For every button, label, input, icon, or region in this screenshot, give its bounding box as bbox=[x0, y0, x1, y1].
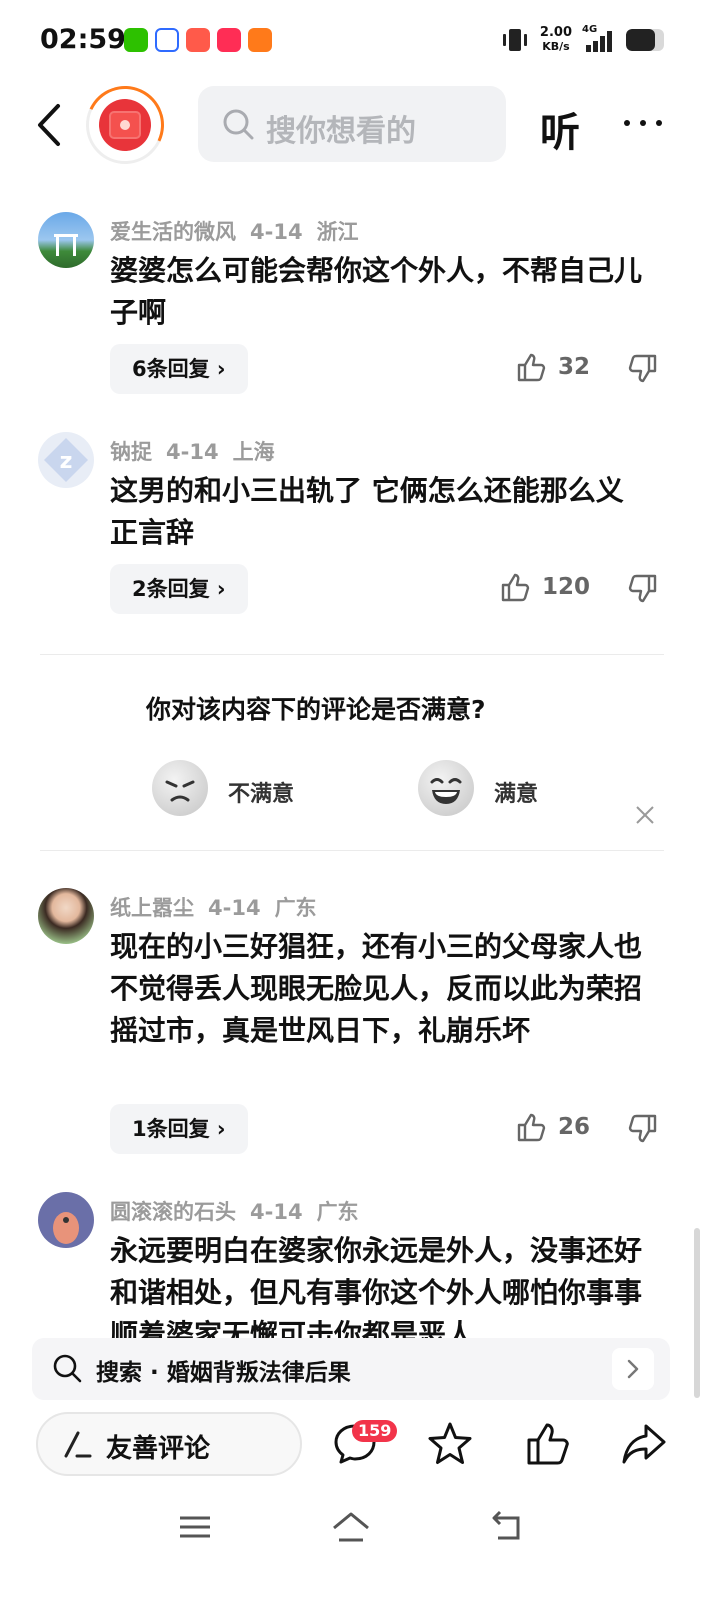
comment-meta: 爱生活的微风 4-14 浙江 bbox=[110, 216, 373, 246]
thumbs-down-icon[interactable] bbox=[628, 574, 658, 604]
like-count: 120 bbox=[541, 574, 590, 600]
comment-text: 永远要明白在婆家你永远是外人，没事还好和谐相处，但凡有事你这个外人哪怕你事事顺着… bbox=[110, 1234, 643, 1338]
wechat-icon bbox=[124, 28, 148, 52]
thumbs-up-icon bbox=[517, 1113, 546, 1142]
close-icon[interactable] bbox=[634, 804, 656, 826]
like-button[interactable]: 26 bbox=[516, 1112, 590, 1142]
more-options-icon[interactable] bbox=[624, 120, 662, 126]
share-icon[interactable] bbox=[620, 1420, 668, 1468]
comment-input-label: 友善评论 bbox=[106, 1434, 211, 1464]
comment-location: 上海 bbox=[232, 440, 275, 464]
comment-author[interactable]: 圆滚滚的石头 bbox=[110, 1200, 236, 1224]
thumbs-down-icon[interactable] bbox=[628, 1114, 658, 1144]
comment-count-badge: 159 bbox=[352, 1420, 398, 1442]
comment-date: 4-14 bbox=[208, 896, 261, 920]
search-icon bbox=[223, 109, 254, 140]
thumbs-down-icon[interactable] bbox=[628, 354, 658, 384]
divider bbox=[40, 654, 664, 655]
status-bar: 02:59 2.00 KB/s 4G bbox=[0, 0, 720, 84]
back-nav-icon[interactable] bbox=[488, 1508, 526, 1546]
thumbs-up-icon bbox=[501, 573, 530, 602]
star-icon[interactable] bbox=[426, 1420, 474, 1468]
comment-author[interactable]: 钠捉 bbox=[110, 440, 152, 464]
app-icon bbox=[186, 28, 210, 52]
like-count: 32 bbox=[557, 354, 590, 380]
heart-app-icon bbox=[217, 28, 241, 52]
comment-location: 浙江 bbox=[316, 220, 359, 244]
satisfied-face-icon[interactable] bbox=[418, 760, 474, 816]
svg-text:z: z bbox=[60, 449, 73, 474]
search-placeholder: 搜你想看的 bbox=[266, 114, 416, 149]
red-packet-avatar[interactable] bbox=[75, 75, 175, 175]
comment-date: 4-14 bbox=[166, 440, 219, 464]
signal-icon: 4G bbox=[582, 24, 616, 53]
comment-text: 这男的和小三出轨了 它俩怎么还能那么义正言辞 bbox=[110, 474, 624, 549]
like-button[interactable]: 120 bbox=[500, 572, 590, 602]
thumbs-up-icon[interactable] bbox=[524, 1420, 572, 1468]
comment-item: 圆滚滚的石头 4-14 广东 永远要明白在婆家你永远是外人，没事还好和谐相处，但凡有… bbox=[0, 1192, 720, 1338]
search-icon bbox=[53, 1354, 82, 1383]
unsatisfied-face-icon[interactable] bbox=[152, 760, 208, 816]
avatar[interactable] bbox=[38, 888, 94, 944]
replies-button[interactable]: 1条回复 › bbox=[110, 1104, 248, 1154]
comment-item: 纸上嚣尘 4-14 广东 现在的小三好猖狂，还有小三的父母家人也不觉得丢人现眼无脸见… bbox=[0, 888, 720, 1168]
listen-button[interactable]: 听 bbox=[540, 100, 580, 158]
satisfied-label[interactable]: 满意 bbox=[494, 776, 538, 808]
suggestion-text: 搜索 · 婚姻背叛法律后果 bbox=[96, 1360, 351, 1386]
status-time: 02:59 bbox=[40, 24, 126, 55]
scrollbar[interactable] bbox=[694, 1228, 700, 1398]
comment-input[interactable]: 友善评论 bbox=[36, 1412, 302, 1476]
avatar[interactable]: z bbox=[38, 432, 94, 488]
comment-location: 广东 bbox=[274, 896, 317, 920]
notification-icons bbox=[124, 28, 272, 52]
divider bbox=[40, 850, 664, 851]
avatar[interactable] bbox=[38, 1192, 94, 1248]
top-bar: 搜你想看的 听 bbox=[0, 75, 720, 175]
search-box[interactable]: 搜你想看的 bbox=[198, 86, 506, 162]
replies-button[interactable]: 6条回复 › bbox=[110, 344, 248, 394]
baidu-icon bbox=[155, 28, 179, 52]
vibrate-icon bbox=[502, 29, 527, 51]
comment-item: z 钠捉 4-14 上海 这男的和小三出轨了 它俩怎么还能那么义正言辞 2条回复 ›… bbox=[0, 432, 720, 632]
comment-location: 广东 bbox=[316, 1200, 359, 1224]
comment-meta: 纸上嚣尘 4-14 广东 bbox=[110, 892, 331, 922]
avatar[interactable] bbox=[38, 212, 94, 268]
pen-icon bbox=[64, 1431, 92, 1458]
photo-app-icon bbox=[248, 28, 272, 52]
comment-meta: 钠捉 4-14 上海 bbox=[110, 436, 289, 466]
survey-question: 你对该内容下的评论是否满意? bbox=[146, 695, 486, 724]
search-suggestion[interactable]: 搜索 · 婚姻背叛法律后果 bbox=[32, 1338, 670, 1400]
comment-text: 现在的小三好猖狂，还有小三的父母家人也不觉得丢人现眼无脸见人，反而以此为荣招摇过… bbox=[110, 930, 643, 1047]
comment-author[interactable]: 爱生活的微风 bbox=[110, 220, 236, 244]
comment-date: 4-14 bbox=[250, 220, 303, 244]
menu-icon[interactable] bbox=[176, 1508, 214, 1546]
net-speed: 2.00 KB/s bbox=[539, 25, 572, 54]
home-icon[interactable] bbox=[330, 1508, 372, 1546]
comment-author[interactable]: 纸上嚣尘 bbox=[110, 896, 194, 920]
battery-icon bbox=[626, 29, 664, 51]
comment-text: 婆婆怎么可能会帮你这个外人，不帮自己儿子啊 bbox=[110, 254, 643, 329]
system-nav-bar bbox=[0, 1490, 720, 1608]
thumbs-up-icon bbox=[517, 353, 546, 382]
bottom-action-bar: 友善评论 159 bbox=[0, 1404, 720, 1484]
comment-date: 4-14 bbox=[250, 1200, 303, 1224]
like-button[interactable]: 32 bbox=[516, 352, 590, 382]
chevron-right-icon[interactable] bbox=[612, 1348, 654, 1390]
status-indicators: 2.00 KB/s 4G bbox=[500, 24, 664, 54]
back-arrow-icon[interactable] bbox=[34, 102, 64, 148]
like-count: 26 bbox=[557, 1114, 590, 1140]
comment-meta: 圆滚滚的石头 4-14 广东 bbox=[110, 1196, 373, 1226]
unsatisfied-label[interactable]: 不满意 bbox=[228, 776, 294, 808]
comment-item: 爱生活的微风 4-14 浙江 婆婆怎么可能会帮你这个外人，不帮自己儿子啊 6条回复 … bbox=[0, 212, 720, 412]
replies-button[interactable]: 2条回复 › bbox=[110, 564, 248, 614]
